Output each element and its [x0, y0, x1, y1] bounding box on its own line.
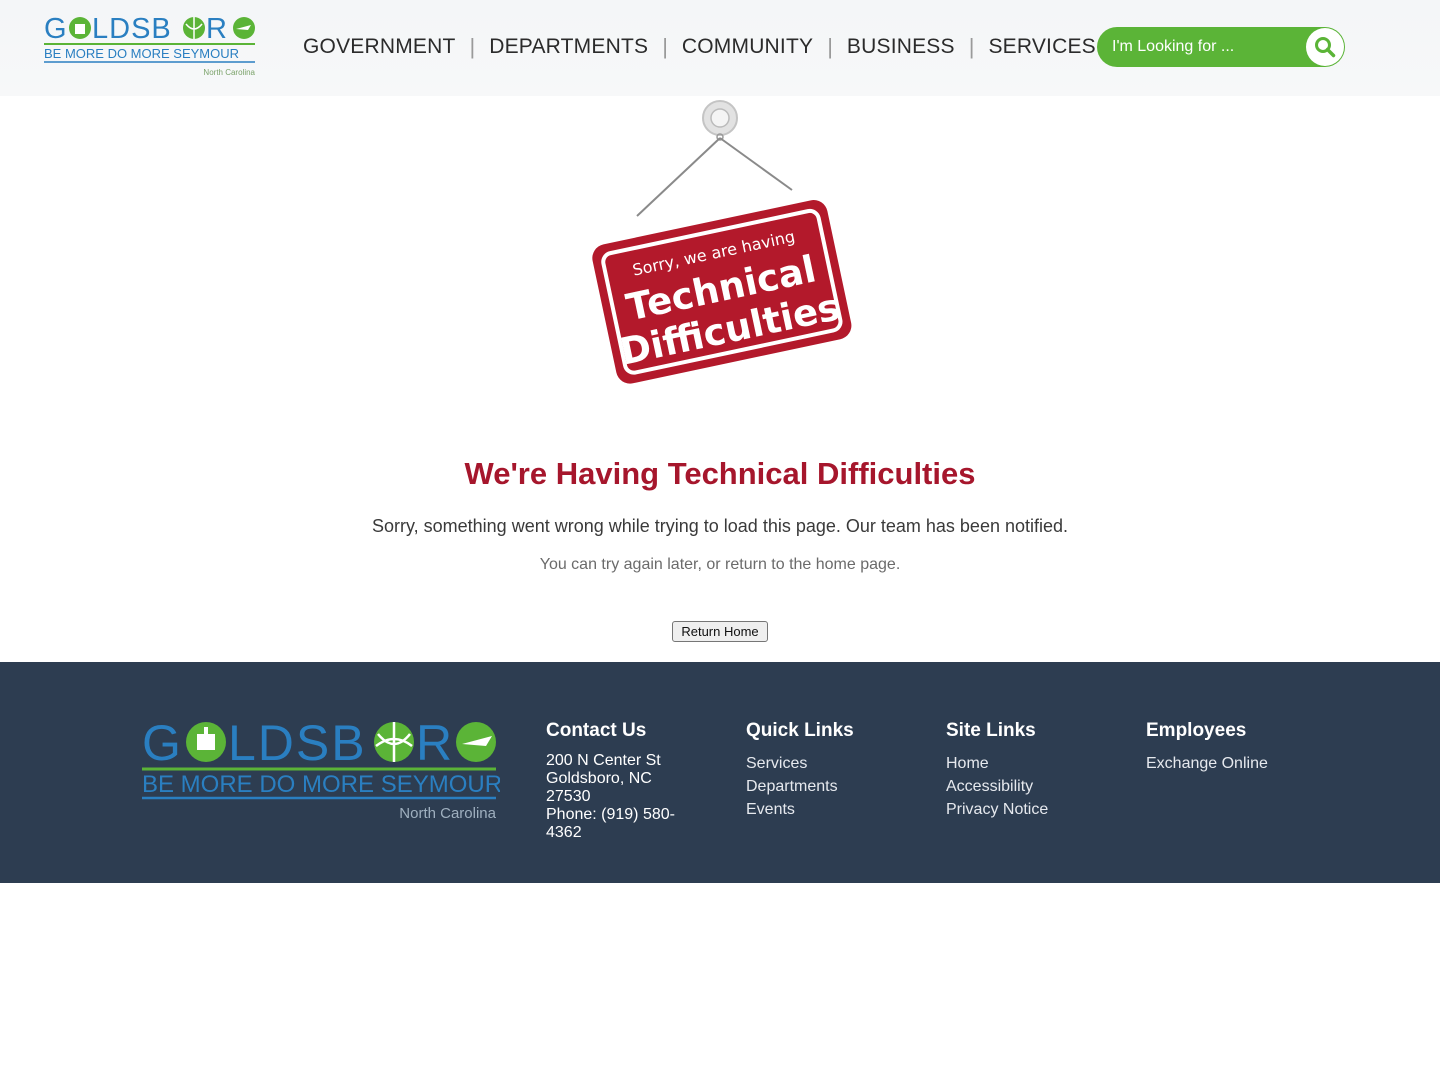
- main-nav: GOVERNMENT | DEPARTMENTS | COMMUNITY | B…: [293, 34, 1106, 60]
- footer-link-privacy-notice[interactable]: Privacy Notice: [946, 798, 1048, 821]
- error-message: Sorry, something went wrong while trying…: [371, 516, 1069, 536]
- footer-link-events[interactable]: Events: [746, 798, 854, 821]
- logo-tagline: BE MORE DO MORE SEYMOUR: [44, 46, 239, 61]
- contact-address-street: 200 N Center St: [546, 752, 661, 769]
- logo-state: North Carolina: [203, 68, 255, 77]
- logo-letter-r: R: [206, 13, 227, 45]
- search-icon: [1315, 37, 1336, 58]
- footer-contact: Contact Us 200 N Center St Goldsboro, NC…: [546, 720, 696, 842]
- footer-site-links: Site Links Home Accessibility Privacy No…: [946, 720, 1048, 821]
- nav-separator: |: [662, 34, 668, 59]
- contact-phone-cont[interactable]: 4362: [546, 824, 696, 842]
- search-button[interactable]: [1306, 28, 1344, 66]
- contact-address-zip: 27530: [546, 788, 591, 805]
- contact-heading: Contact Us: [546, 720, 647, 741]
- employees-heading: Employees: [1146, 720, 1247, 741]
- logo-letter-g: G: [44, 13, 68, 45]
- error-submessage: You can try again later, or return to th…: [539, 556, 901, 573]
- nav-government[interactable]: GOVERNMENT: [293, 35, 466, 59]
- footer-logo-letter-g: G: [142, 716, 183, 771]
- nav-community[interactable]: COMMUNITY: [672, 35, 823, 59]
- nav-separator: |: [968, 34, 975, 59]
- search-bar: [1097, 27, 1345, 67]
- footer-link-accessibility[interactable]: Accessibility: [946, 775, 1048, 798]
- footer-link-departments[interactable]: Departments: [746, 775, 854, 798]
- footer-logo-state: North Carolina: [399, 805, 496, 822]
- footer-logo-tagline: BE MORE DO MORE SEYMOUR: [142, 771, 500, 798]
- quick-links-heading: Quick Links: [746, 720, 854, 741]
- footer-logo-letter-r: R: [416, 716, 452, 771]
- return-home-button[interactable]: Return Home: [672, 621, 768, 642]
- footer-link-home[interactable]: Home: [946, 752, 1048, 775]
- site-header: G LDSB R BE MORE DO MORE SEYMOUR North C…: [0, 0, 1440, 96]
- technical-difficulties-sign-image: Sorry, we are having Technical Difficult…: [592, 100, 852, 384]
- nav-separator: |: [827, 34, 833, 59]
- nav-services[interactable]: SERVICES: [978, 35, 1105, 59]
- search-input[interactable]: [1097, 27, 1297, 67]
- nav-separator: |: [469, 34, 476, 59]
- nav-departments[interactable]: DEPARTMENTS: [479, 35, 658, 59]
- footer-logo-letters-ldsb: LDSB: [228, 716, 367, 771]
- footer-goldsboro-logo[interactable]: G LDSB R BE MORE DO MORE SEYMOUR North C…: [142, 716, 500, 826]
- nav-business[interactable]: BUSINESS: [837, 35, 965, 59]
- footer-link-exchange-online[interactable]: Exchange Online: [1146, 752, 1268, 775]
- goldsboro-logo[interactable]: G LDSB R BE MORE DO MORE SEYMOUR North C…: [44, 12, 258, 78]
- page-title: We're Having Technical Difficulties: [464, 456, 976, 491]
- logo-letters-ldsb: LDSB: [92, 13, 172, 45]
- footer-link-services[interactable]: Services: [746, 752, 854, 775]
- site-links-heading: Site Links: [946, 720, 1036, 741]
- footer-quick-links: Quick Links Services Departments Events: [746, 720, 854, 821]
- contact-phone[interactable]: Phone: (919) 580-: [546, 806, 696, 824]
- footer-employees: Employees Exchange Online: [1146, 720, 1268, 775]
- contact-address-city: Goldsboro, NC: [546, 770, 652, 787]
- site-footer: G LDSB R BE MORE DO MORE SEYMOUR North C…: [0, 662, 1440, 883]
